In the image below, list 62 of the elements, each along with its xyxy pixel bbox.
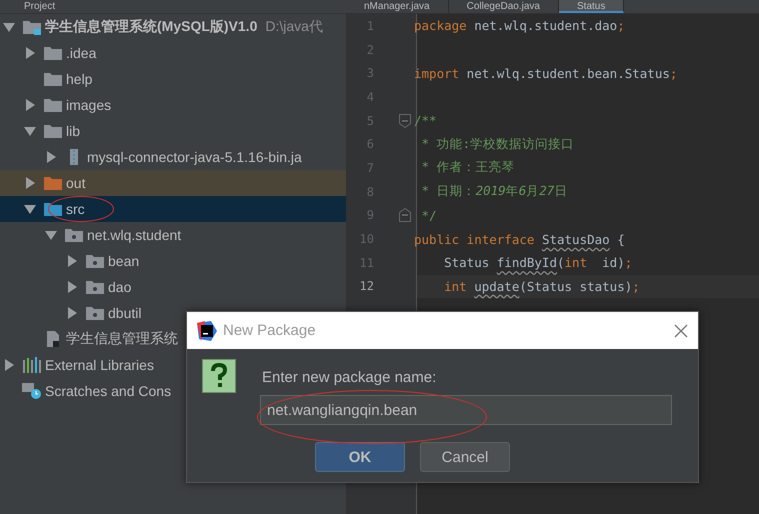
tree-item[interactable]: 学生信息管理系统(MySQL版)V1.0 D:\java代 — [0, 14, 346, 40]
tree-item[interactable]: dao — [0, 274, 346, 300]
collapsed-arrow-icon[interactable] — [24, 177, 36, 189]
expanded-arrow-icon[interactable] — [45, 229, 57, 241]
code-line: /** — [414, 113, 437, 128]
panel-title: Project — [23, 0, 56, 13]
expanded-arrow-icon[interactable] — [24, 125, 36, 137]
code-line: * 作者：王亮琴 — [420, 159, 515, 176]
tree-item[interactable]: lib — [0, 118, 346, 144]
annotation-ellipse — [48, 196, 114, 222]
collapsed-arrow-icon[interactable] — [66, 281, 78, 293]
code-line: * 日期：2019年6月 27日 — [420, 183, 568, 200]
question-icon — [202, 359, 236, 393]
package-icon — [85, 305, 105, 321]
tree-item[interactable]: src — [0, 196, 346, 222]
prompt-label: Enter new package name: — [262, 369, 438, 386]
package-icon — [85, 279, 105, 295]
close-icon[interactable] — [674, 324, 688, 338]
folder-icon — [22, 19, 42, 35]
package-name-field[interactable]: net.wangliangqin.bean — [260, 395, 672, 425]
code-line: package net.wlq.student.dao; — [414, 18, 625, 34]
code-line: public interface StatusDao { — [414, 232, 625, 247]
dialog-title: New Package — [223, 322, 316, 339]
fold-marker-icon[interactable] — [399, 208, 411, 222]
ok-button[interactable]: OK — [315, 442, 405, 472]
collapsed-arrow-icon[interactable] — [45, 151, 57, 163]
tree-item[interactable]: mysql-connector-java-5.1.16-bin.ja — [0, 144, 346, 170]
fold-marker-icon[interactable] — [399, 114, 411, 128]
tree-item[interactable]: bean — [0, 248, 346, 274]
editor-tab[interactable]: nManager.java — [346, 0, 449, 13]
code-line: import net.wlq.student.bean.Status; — [414, 66, 678, 81]
project-path: D:\java代 — [265, 18, 323, 36]
code-line: int update(Status status); — [443, 278, 640, 294]
collapsed-arrow-icon[interactable] — [66, 255, 78, 267]
collapsed-arrow-icon[interactable] — [3, 359, 15, 371]
folder-icon — [43, 201, 63, 217]
folder-icon — [43, 175, 63, 191]
line-number: 12 — [358, 279, 374, 294]
tree-item[interactable]: images — [0, 92, 346, 118]
collapsed-arrow-icon[interactable] — [66, 307, 78, 319]
tree-item[interactable]: help — [0, 66, 346, 92]
tree-item[interactable]: .idea — [0, 40, 346, 66]
expanded-arrow-icon[interactable] — [24, 203, 36, 215]
package-icon — [64, 227, 84, 243]
app-logo-icon — [197, 320, 217, 340]
tree-item[interactable]: net.wlq.student — [0, 222, 346, 248]
cancel-button[interactable]: Cancel — [420, 442, 510, 472]
collapsed-arrow-icon[interactable] — [24, 99, 36, 111]
folder-icon — [43, 45, 63, 61]
code-line: * 功能:学校数据访问接口 — [420, 136, 574, 153]
tree-item[interactable]: out — [0, 170, 346, 196]
libraries-icon — [22, 357, 42, 373]
folder-icon — [43, 123, 63, 139]
package-icon — [85, 253, 105, 269]
code-line: */ — [420, 208, 437, 223]
folder-icon — [43, 71, 63, 87]
code-line: Status findById(int id); — [443, 255, 632, 270]
folder-icon — [43, 97, 63, 113]
collapsed-arrow-icon[interactable] — [24, 47, 36, 59]
editor-tab[interactable]: Status — [559, 0, 624, 13]
expanded-arrow-icon[interactable] — [3, 21, 15, 33]
scratches-icon — [22, 383, 42, 399]
